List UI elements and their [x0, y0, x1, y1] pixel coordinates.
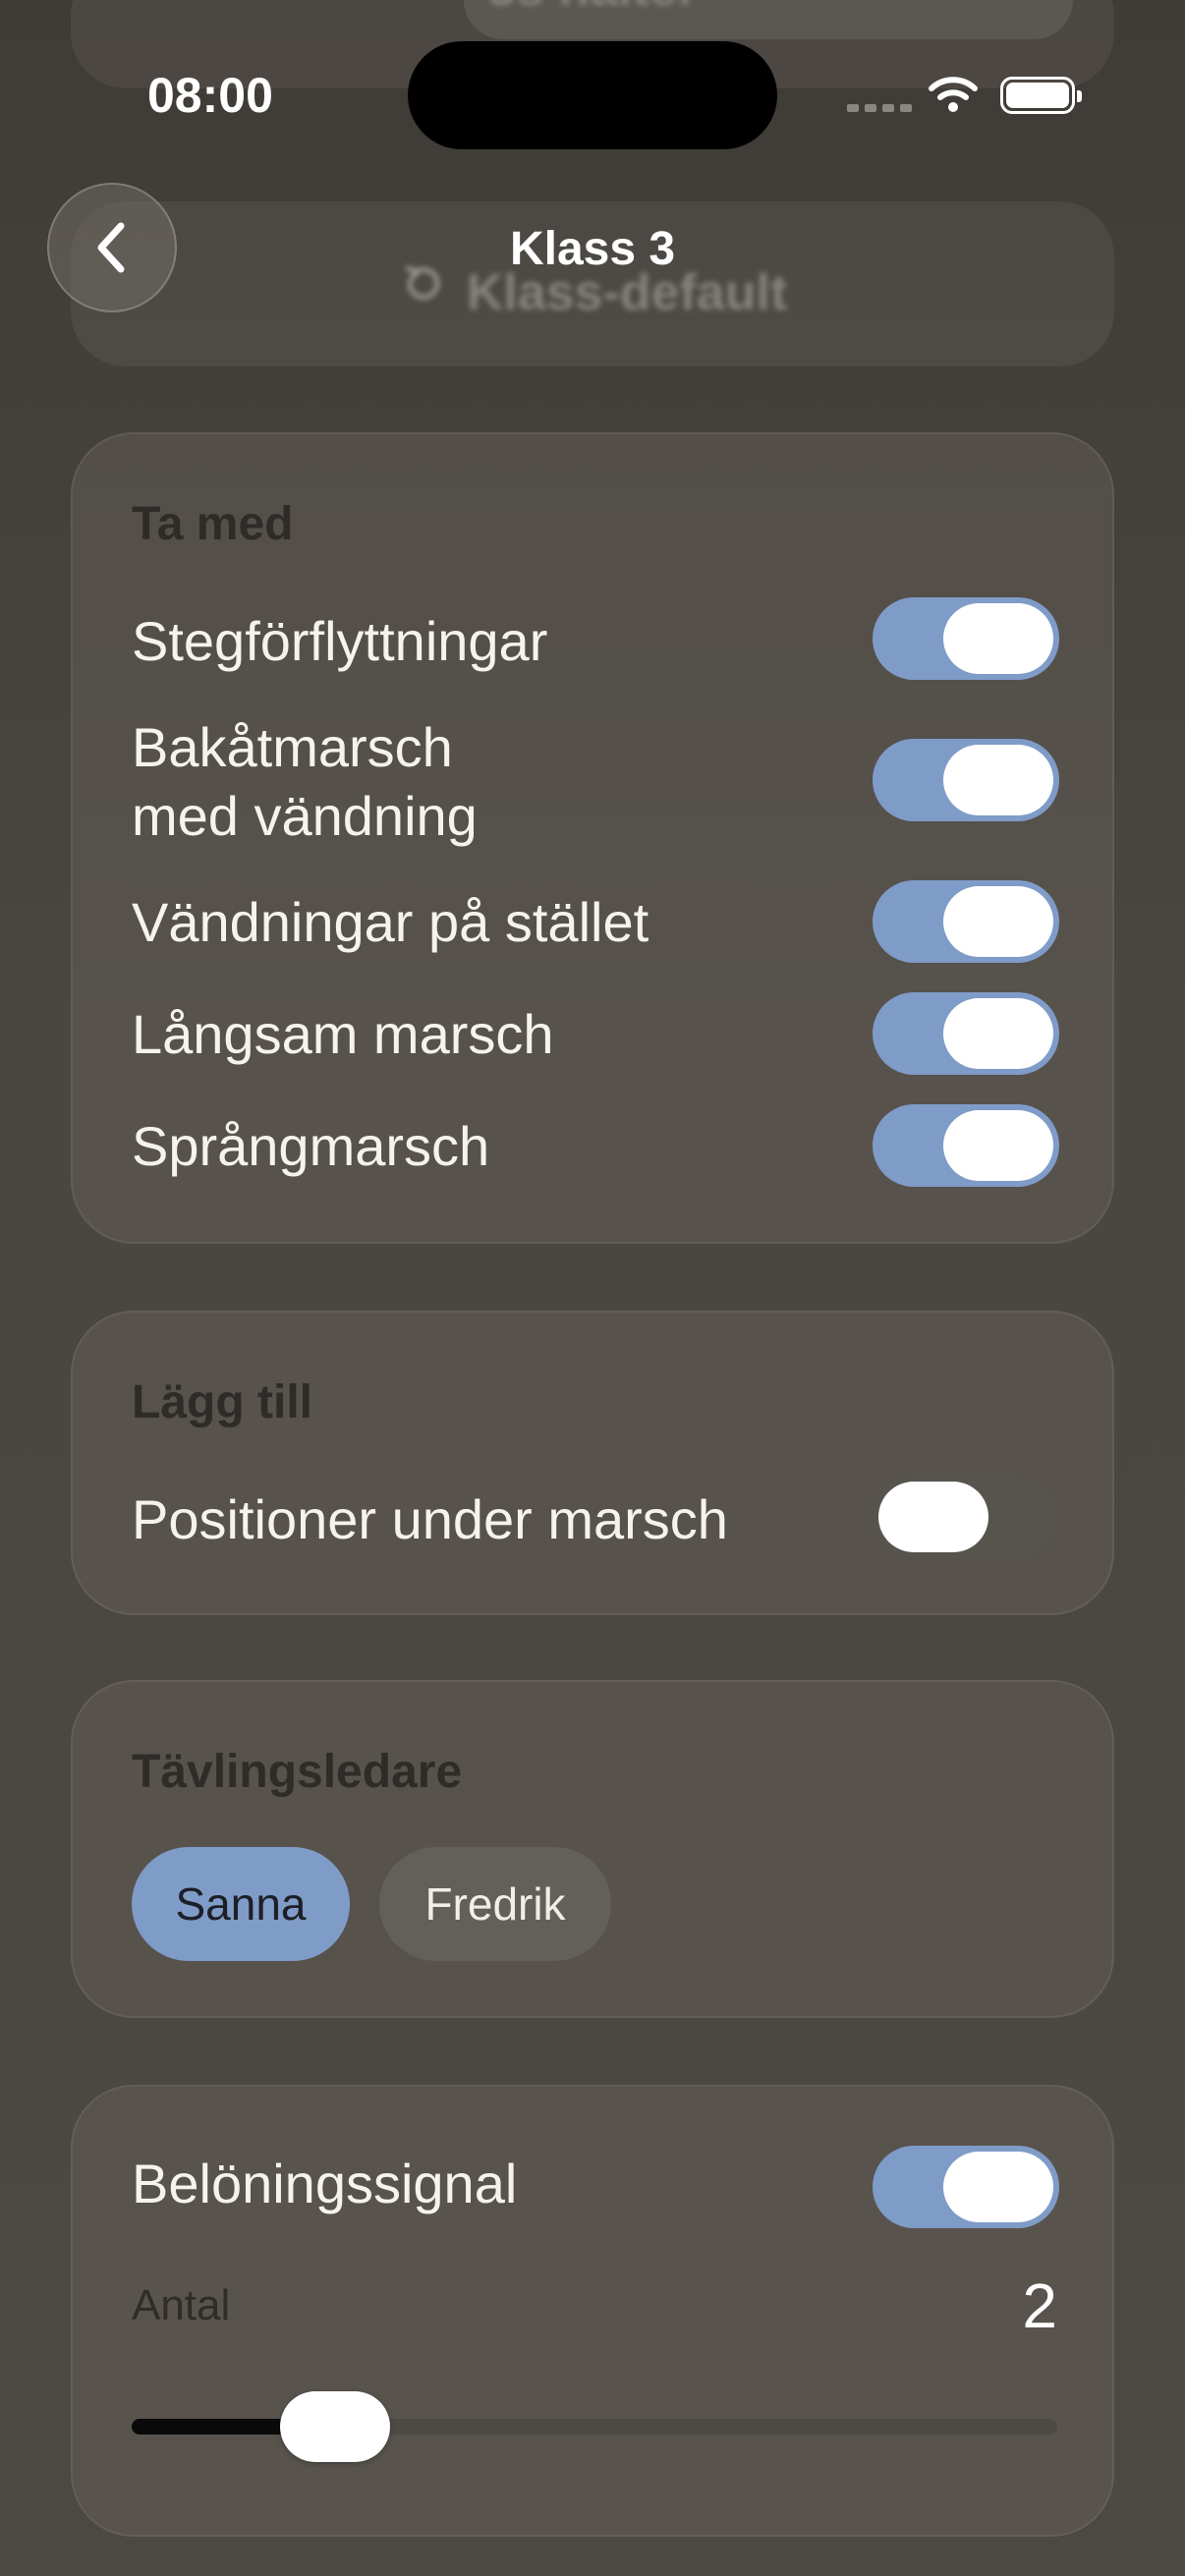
- slider-thumb[interactable]: [279, 2391, 390, 2462]
- status-time: 08:00: [147, 68, 273, 123]
- judge-card: Tävlingsledare Sanna Fredrik: [71, 1680, 1114, 2018]
- battery-icon: [1000, 77, 1082, 114]
- count-value: 2: [1022, 2270, 1057, 2341]
- toggle-slow-march[interactable]: [873, 992, 1059, 1075]
- toggle-knob: [943, 886, 1053, 957]
- row-label-backward-march-line2: med vändning: [132, 785, 478, 847]
- count-slider[interactable]: [132, 2391, 1057, 2462]
- row-label-running-march: Språngmarsch: [132, 1115, 490, 1177]
- toggle-positions-during-march[interactable]: [873, 1476, 1059, 1558]
- chip-judge-sanna[interactable]: Sanna: [132, 1847, 350, 1961]
- wifi-icon: [929, 77, 978, 112]
- dynamic-island: [408, 41, 777, 149]
- row-label-step-moves: Stegförflyttningar: [132, 610, 548, 672]
- toggle-reward-signal[interactable]: [873, 2146, 1059, 2228]
- toggle-step-moves[interactable]: [873, 597, 1059, 680]
- toggle-knob: [878, 1482, 988, 1552]
- section-title-add: Lägg till: [132, 1376, 312, 1428]
- toggle-knob: [943, 603, 1053, 674]
- toggle-knob: [943, 745, 1053, 815]
- include-card: Ta med Stegförflyttningar Bakåtmarsch me…: [71, 432, 1114, 1244]
- toggle-knob: [943, 2152, 1053, 2222]
- page-title: Klass 3: [509, 223, 676, 275]
- toggle-knob: [943, 1110, 1053, 1181]
- reward-card: Belöningssignal Antal 2: [71, 2085, 1114, 2537]
- section-title-include: Ta med: [132, 498, 294, 550]
- cellular-signal-icon: [847, 104, 912, 112]
- section-title-judge: Tävlingsledare: [132, 1746, 463, 1798]
- row-label-turns-in-place: Vändningar på stället: [132, 891, 649, 953]
- toggle-running-march[interactable]: [873, 1104, 1059, 1187]
- chip-judge-fredrik[interactable]: Fredrik: [379, 1847, 611, 1961]
- row-label-reward-signal: Belöningssignal: [132, 2153, 518, 2214]
- toggle-knob: [943, 998, 1053, 1069]
- count-label: Antal: [132, 2281, 231, 2329]
- status-bar: 08:00: [0, 0, 1185, 187]
- toggle-turns-in-place[interactable]: [873, 880, 1059, 963]
- add-card: Lägg till Positioner under marsch: [71, 1311, 1114, 1615]
- row-label-slow-march: Långsam marsch: [132, 1003, 554, 1065]
- row-label-positions-during-march: Positioner under marsch: [132, 1488, 728, 1550]
- row-label-backward-march-line1: Bakåtmarsch: [132, 716, 453, 778]
- toggle-backward-march[interactable]: [873, 739, 1059, 821]
